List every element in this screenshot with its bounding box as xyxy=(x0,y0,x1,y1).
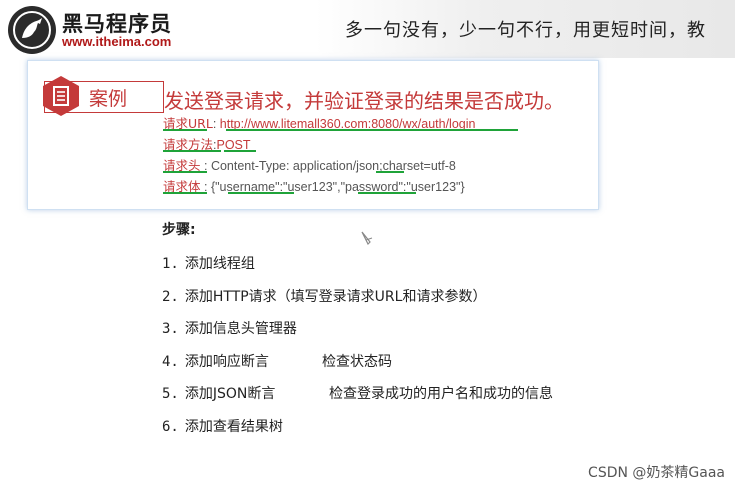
step-item: 1. 添加线程组 xyxy=(162,256,255,272)
step-item: 3. 添加信息头管理器 xyxy=(162,321,297,337)
request-body-line: 请求体 : {"username":"user123","password":"… xyxy=(163,179,465,194)
header: 黑马程序员 www.itheima.com 多一句没有，少一句不行，用更短时间，… xyxy=(0,0,735,58)
document-icon xyxy=(43,76,79,116)
underline xyxy=(163,150,221,152)
step-item: 4. 添加响应断言 检查状态码 xyxy=(162,351,392,371)
case-box: 案例 发送登录请求，并验证登录的结果是否成功。 请求URL: http://ww… xyxy=(27,60,599,210)
case-title: 发送登录请求，并验证登录的结果是否成功。 xyxy=(164,89,564,113)
underline xyxy=(376,171,404,173)
brand-logo xyxy=(8,6,56,54)
steps-title: 步骤: xyxy=(162,222,196,238)
underline xyxy=(228,192,294,194)
step-item: 5. 添加JSON断言 检查登录成功的用户名和成功的信息 xyxy=(162,383,553,403)
case-badge: 案例 xyxy=(43,76,164,116)
underline xyxy=(163,171,207,173)
brand-url: www.itheima.com xyxy=(62,34,172,49)
step-note: 检查状态码 xyxy=(322,354,392,370)
pen-cursor-icon xyxy=(361,231,373,246)
underline xyxy=(163,129,207,131)
underline xyxy=(163,192,207,194)
step-note: 检查登录成功的用户名和成功的信息 xyxy=(329,386,553,402)
request-header-value: Content-Type: application/json;charset=u… xyxy=(210,159,456,173)
case-label: 案例 xyxy=(89,88,128,110)
underline xyxy=(226,129,518,131)
underline xyxy=(224,150,256,152)
slogan: 多一句没有，少一句不行，用更短时间，教 xyxy=(345,20,706,41)
step-item: 2. 添加HTTP请求（填写登录请求URL和请求参数） xyxy=(162,289,487,305)
watermark: CSDN @奶茶精Gaaa xyxy=(588,465,725,481)
horse-icon xyxy=(13,11,51,49)
step-item: 6. 添加查看结果树 xyxy=(162,419,283,435)
underline xyxy=(358,192,416,194)
